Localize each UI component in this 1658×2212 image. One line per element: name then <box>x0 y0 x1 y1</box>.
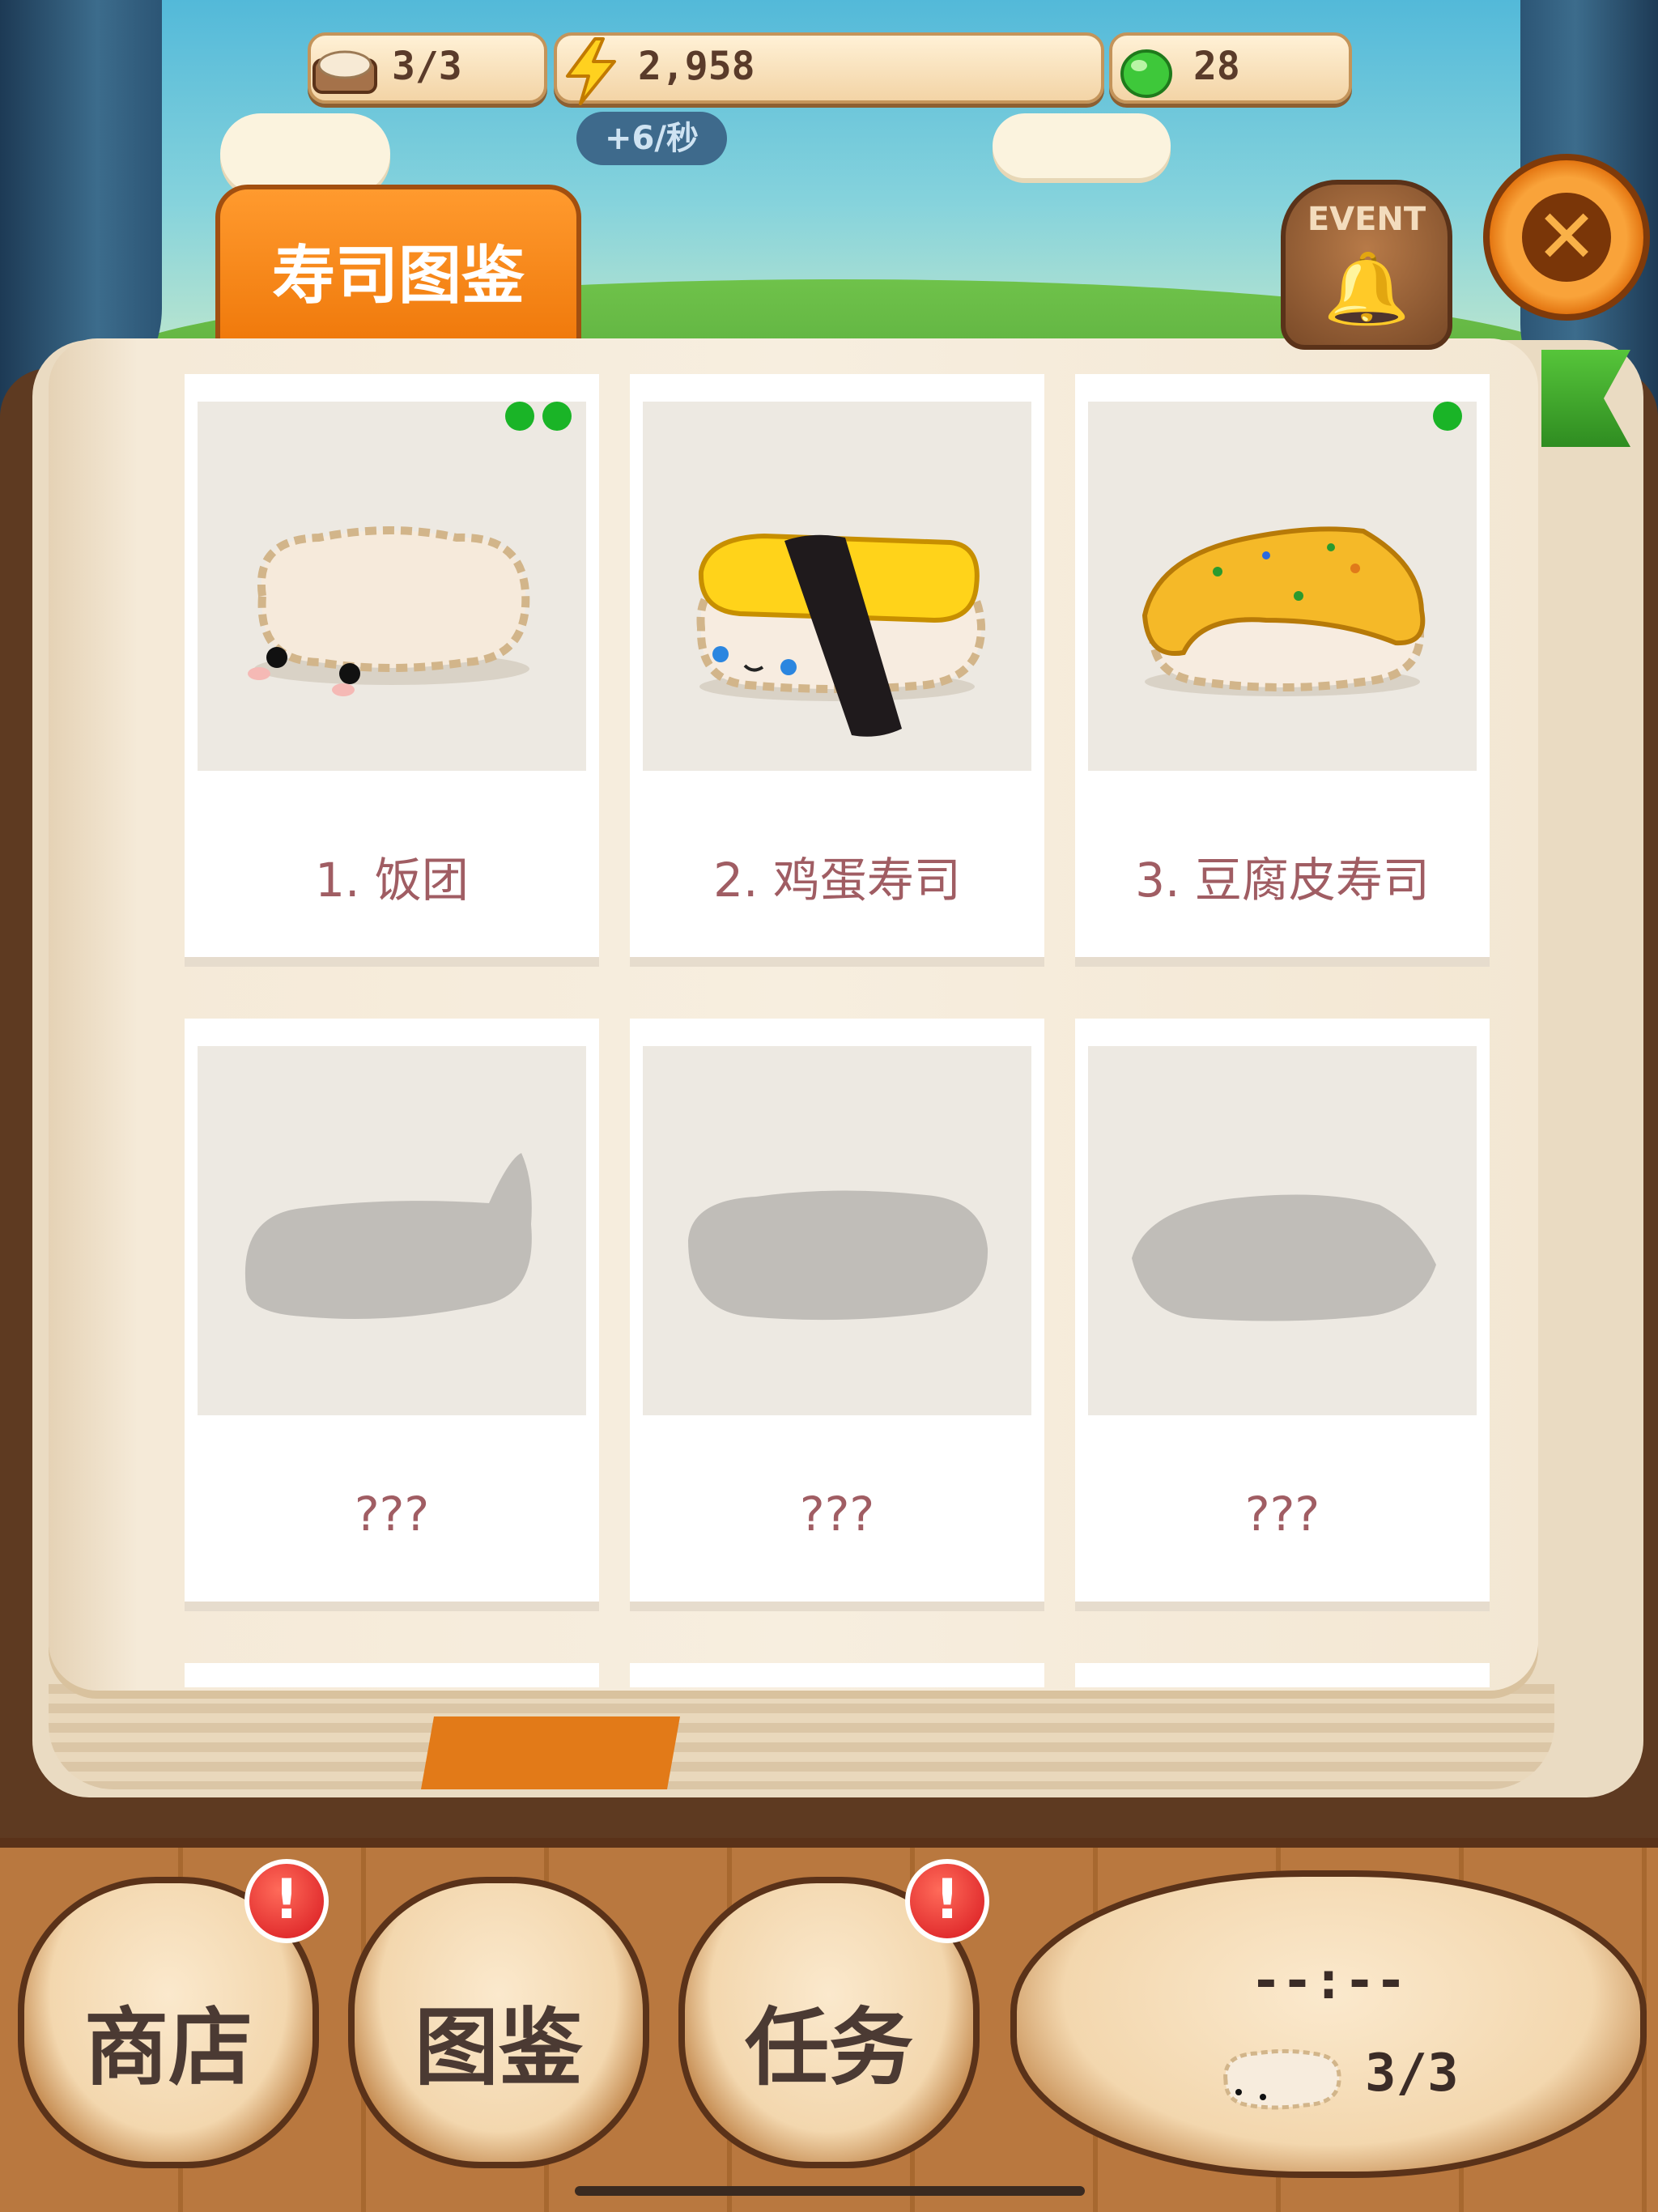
rice-ball-icon <box>1216 2035 1346 2116</box>
tasks-alert-badge: ! <box>905 1859 989 1943</box>
bookmark-ribbon <box>421 1716 680 1789</box>
green-gem-icon <box>1107 32 1185 110</box>
collection-card-partial <box>630 1663 1044 1687</box>
event-label: EVENT <box>1307 201 1426 238</box>
sushi-image-rice-ball <box>198 402 586 771</box>
item-name: 3. 豆腐皮寿司 <box>1135 853 1430 908</box>
energy-rate-badge: +6/秒 <box>576 112 727 165</box>
collection-card[interactable]: 1. 饭团 <box>185 374 599 957</box>
capacity-counter: 3/3 <box>308 32 547 104</box>
shop-alert-badge: ! <box>244 1859 329 1943</box>
collection-card-locked[interactable]: ??? <box>185 1019 599 1602</box>
gem-counter: 28 <box>1109 32 1352 104</box>
cloud <box>993 113 1171 178</box>
item-name: ??? <box>1244 1487 1320 1542</box>
item-name: ??? <box>354 1487 430 1542</box>
level-dot <box>505 402 534 431</box>
collection-button[interactable]: 图鉴 <box>348 1877 649 2168</box>
sushi-image-tofu-skin <box>1088 402 1477 771</box>
event-button[interactable]: EVENT 🔔 <box>1281 180 1452 350</box>
shop-label: 商店 <box>83 1998 253 2097</box>
collection-card-locked[interactable]: ??? <box>630 1019 1044 1602</box>
production-timer: --:-- <box>1250 1951 1407 2011</box>
locked-silhouette <box>643 1046 1031 1415</box>
sushi-capacity-icon <box>306 32 384 110</box>
item-name: 1. 饭团 <box>315 853 469 908</box>
locked-silhouette <box>1088 1046 1477 1415</box>
item-name: 2. 鸡蛋寿司 <box>713 853 961 908</box>
close-button[interactable]: ✕ <box>1483 154 1650 321</box>
bell-icon: 🔔 <box>1323 249 1410 330</box>
page-edges <box>49 1684 1554 1789</box>
collection-card[interactable]: 3. 豆腐皮寿司 <box>1075 374 1490 957</box>
capacity-value: 3/3 <box>392 44 462 89</box>
collection-label: 图鉴 <box>414 1998 583 2097</box>
sushi-image-egg <box>643 402 1031 771</box>
production-queue: 3/3 <box>1365 2044 1459 2104</box>
lightning-icon <box>552 32 630 110</box>
level-dot <box>1433 402 1462 431</box>
level-dot <box>542 402 572 431</box>
tasks-label: 任务 <box>744 1998 913 2097</box>
cloud <box>220 113 390 194</box>
production-panel-button[interactable]: --:-- 3/3 <box>1010 1870 1647 2178</box>
item-name: ??? <box>799 1487 875 1542</box>
energy-value: 2,958 <box>638 44 755 89</box>
home-indicator <box>575 2186 1085 2196</box>
gem-value: 28 <box>1193 44 1240 89</box>
locked-silhouette <box>198 1046 586 1415</box>
collection-card[interactable]: 2. 鸡蛋寿司 <box>630 374 1044 957</box>
tab-title: 寿司图鉴 <box>271 240 525 313</box>
close-icon: ✕ <box>1522 193 1611 282</box>
tab-sushi-collection[interactable]: 寿司图鉴 <box>215 185 581 338</box>
collection-card-partial <box>1075 1663 1490 1687</box>
energy-counter: 2,958 <box>554 32 1104 105</box>
collection-card-partial <box>185 1663 599 1687</box>
collection-card-locked[interactable]: ??? <box>1075 1019 1490 1602</box>
